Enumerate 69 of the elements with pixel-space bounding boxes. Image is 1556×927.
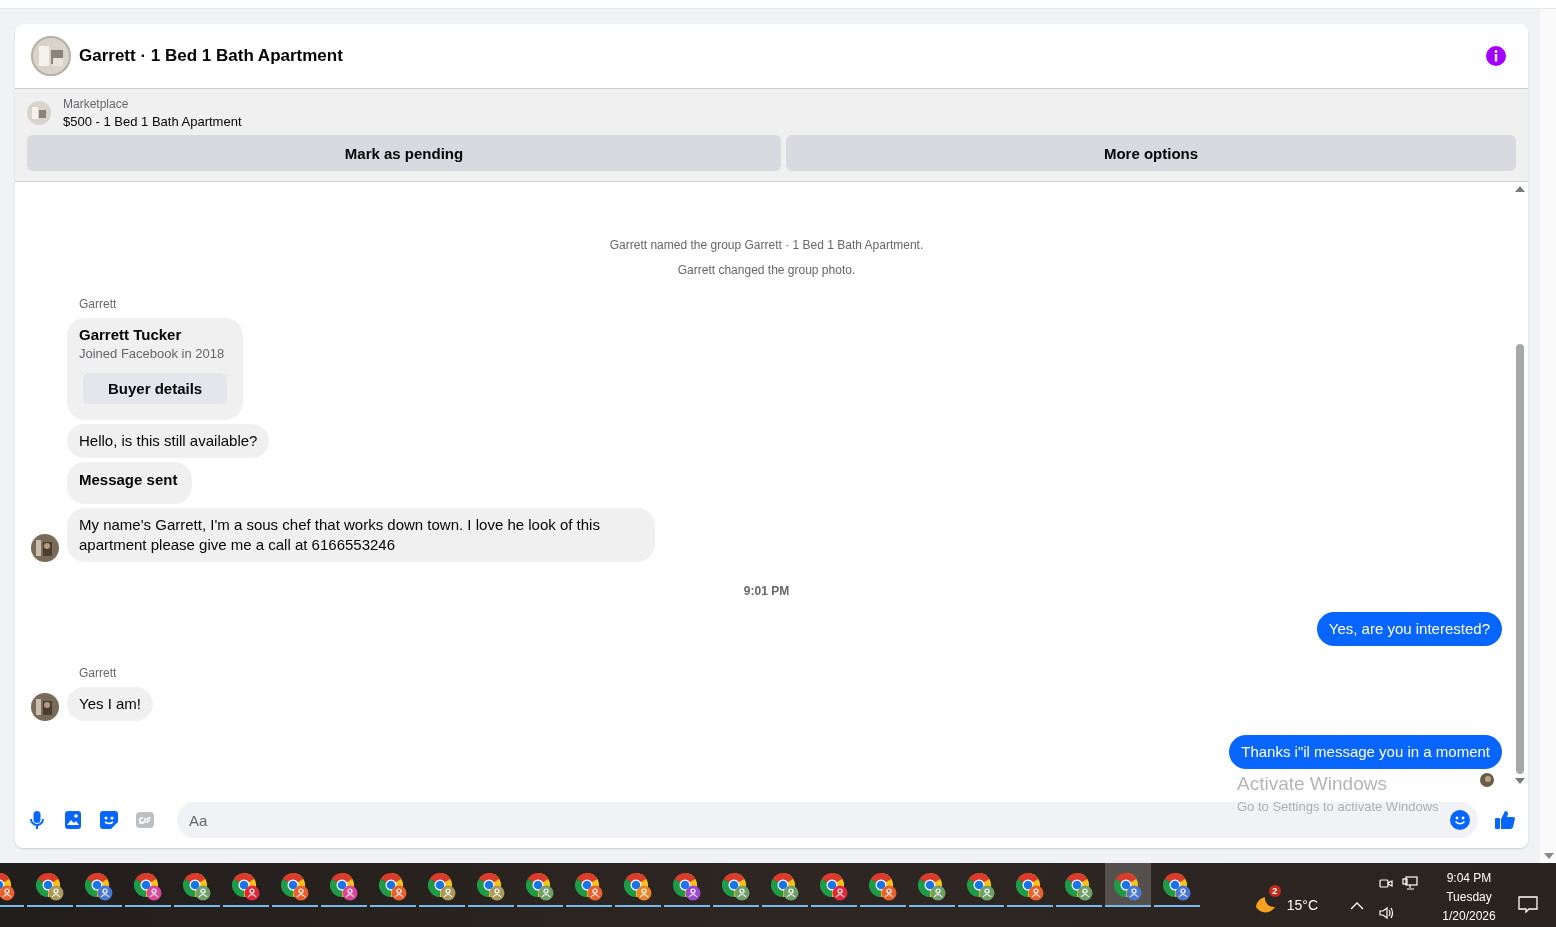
browser-profile-icon bbox=[918, 873, 946, 901]
message-bubble: Yes I am! bbox=[67, 687, 153, 721]
buyer-details-button[interactable]: Buyer details bbox=[83, 373, 228, 404]
conversation-title: Garrett · 1 Bed 1 Bath Apartment bbox=[79, 46, 343, 66]
listing-title[interactable]: $500 - 1 Bed 1 Bath Apartment bbox=[63, 114, 242, 129]
browser-profile-icon bbox=[379, 873, 407, 901]
browser-profile-icon bbox=[183, 873, 211, 901]
browser-profile-icon bbox=[575, 873, 603, 901]
message-bubble: Yes, are you interested? bbox=[1316, 612, 1502, 646]
message-bubble: My name's Garrett, I'm a sous chef that works down town. I love he look of this apartment please give me a call at 6166553246 bbox=[67, 508, 655, 562]
browser-profile-icon bbox=[85, 873, 113, 901]
message-bubble: Hello, is this still available? bbox=[67, 424, 270, 458]
chevron-up-icon[interactable] bbox=[1350, 902, 1364, 910]
activation-title: Activate Windows bbox=[1237, 773, 1388, 795]
clock-date[interactable]: 1/20/2026 bbox=[1442, 909, 1496, 923]
more-options-button[interactable]: More options bbox=[786, 135, 1516, 171]
listing-thumbnail[interactable] bbox=[27, 101, 51, 125]
info-icon[interactable] bbox=[1486, 46, 1506, 66]
group-avatar[interactable] bbox=[31, 36, 71, 76]
browser-profile-icon bbox=[526, 873, 554, 901]
browser-taskbar-button[interactable] bbox=[1105, 863, 1151, 907]
clock-time[interactable]: 9:04 PM bbox=[1446, 871, 1492, 885]
message-bubble: Thanks i"il message you in a moment bbox=[1229, 735, 1502, 769]
network-icon[interactable] bbox=[1402, 875, 1418, 891]
microphone-icon[interactable] bbox=[27, 810, 47, 830]
browser-profile-icon bbox=[967, 873, 995, 901]
browser-profile-icon bbox=[869, 873, 897, 901]
browser-profile-icon bbox=[1163, 873, 1191, 901]
scroll-up-icon[interactable] bbox=[1515, 186, 1525, 192]
notification-badge: 2 bbox=[1268, 885, 1281, 897]
emoji-icon[interactable] bbox=[1450, 810, 1470, 830]
sender-avatar[interactable] bbox=[31, 693, 59, 721]
browser-profile-icon bbox=[330, 873, 358, 901]
like-icon[interactable] bbox=[1494, 810, 1516, 830]
system-message: Garrett named the group Garrett · 1 Bed 1 Bath Apartment. bbox=[608, 238, 925, 252]
browser-profile-icon bbox=[673, 873, 701, 901]
browser-profile-icon bbox=[36, 873, 64, 901]
activation-subtitle: Go to Settings to activate Windows bbox=[1237, 799, 1439, 814]
mark-pending-button[interactable]: Mark as pending bbox=[27, 135, 781, 171]
listing-source: Marketplace bbox=[63, 97, 130, 111]
speaker-icon[interactable] bbox=[1378, 905, 1394, 921]
browser-profile-icon bbox=[134, 873, 162, 901]
sender-avatar[interactable] bbox=[31, 534, 59, 562]
browser-profile-icon bbox=[1016, 873, 1044, 901]
profile-subtitle: Joined Facebook in 2018 bbox=[79, 346, 225, 361]
profile-name: Garrett Tucker bbox=[79, 326, 182, 343]
browser-profile-icon bbox=[281, 873, 309, 901]
browser-profile-icon bbox=[722, 873, 750, 901]
browser-profile-icon bbox=[771, 873, 799, 901]
temperature[interactable]: 15°C bbox=[1286, 897, 1318, 913]
timestamp: 9:01 PM bbox=[742, 584, 791, 598]
message-bubble: Message sent bbox=[67, 462, 193, 504]
system-message: Garrett changed the group photo. bbox=[676, 263, 857, 277]
clock-day[interactable]: Tuesday bbox=[1446, 890, 1492, 904]
browser-profile-icon bbox=[820, 873, 848, 901]
sender-name: Garrett bbox=[79, 297, 118, 311]
scroll-thumb[interactable] bbox=[1516, 344, 1524, 774]
browser-profile-icon bbox=[232, 873, 260, 901]
scroll-down-icon[interactable] bbox=[1544, 853, 1554, 859]
notifications-icon[interactable] bbox=[1518, 896, 1538, 914]
sender-name: Garrett bbox=[79, 666, 118, 680]
browser-profile-icon bbox=[1114, 873, 1142, 901]
image-icon[interactable] bbox=[63, 810, 83, 830]
browser-profile-icon bbox=[428, 873, 456, 901]
sticker-icon[interactable] bbox=[99, 810, 119, 830]
scroll-down-icon[interactable] bbox=[1515, 778, 1525, 784]
browser-profile-icon bbox=[477, 873, 505, 901]
browser-profile-icon bbox=[624, 873, 652, 901]
browser-profile-icon bbox=[1065, 873, 1093, 901]
